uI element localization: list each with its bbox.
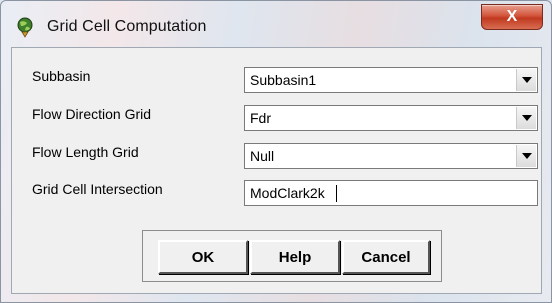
dialog-client-area: Subbasin Subbasin1 Flow Direction Grid F… bbox=[11, 47, 542, 294]
flow-length-grid-dropdown-button[interactable] bbox=[516, 145, 536, 167]
title-bar[interactable]: Grid Cell Computation X bbox=[1, 1, 551, 53]
flow-length-grid-label: Flow Length Grid bbox=[32, 144, 139, 160]
cancel-button[interactable]: Cancel bbox=[342, 240, 430, 274]
ok-button[interactable]: OK bbox=[158, 240, 248, 274]
window-title: Grid Cell Computation bbox=[47, 18, 207, 35]
subbasin-label: Subbasin bbox=[32, 68, 91, 84]
grid-cell-intersection-label: Grid Cell Intersection bbox=[32, 181, 163, 197]
flow-length-grid-combo[interactable]: Null bbox=[244, 143, 538, 169]
chevron-down-icon bbox=[521, 115, 532, 121]
button-panel: OK Help Cancel bbox=[142, 230, 442, 282]
flow-direction-grid-value: Fdr bbox=[250, 110, 271, 126]
text-caret bbox=[336, 185, 337, 202]
flow-length-grid-value: Null bbox=[250, 148, 275, 164]
subbasin-combo[interactable]: Subbasin1 bbox=[244, 67, 538, 93]
flow-direction-grid-combo[interactable]: Fdr bbox=[244, 105, 538, 131]
close-icon: X bbox=[506, 8, 518, 25]
globe-app-icon bbox=[17, 17, 33, 38]
close-button[interactable]: X bbox=[481, 4, 543, 30]
chevron-down-icon bbox=[521, 153, 532, 159]
chevron-down-icon bbox=[521, 77, 532, 83]
help-button[interactable]: Help bbox=[250, 240, 340, 274]
flow-direction-grid-dropdown-button[interactable] bbox=[516, 107, 536, 129]
subbasin-dropdown-button[interactable] bbox=[516, 69, 536, 91]
dialog-window: Grid Cell Computation X Subbasin Subbasi… bbox=[0, 0, 552, 303]
subbasin-value: Subbasin1 bbox=[250, 72, 317, 88]
grid-cell-intersection-input[interactable]: ModClark2k bbox=[244, 180, 538, 206]
flow-direction-grid-label: Flow Direction Grid bbox=[32, 106, 152, 122]
grid-cell-intersection-value: ModClark2k bbox=[250, 185, 325, 201]
